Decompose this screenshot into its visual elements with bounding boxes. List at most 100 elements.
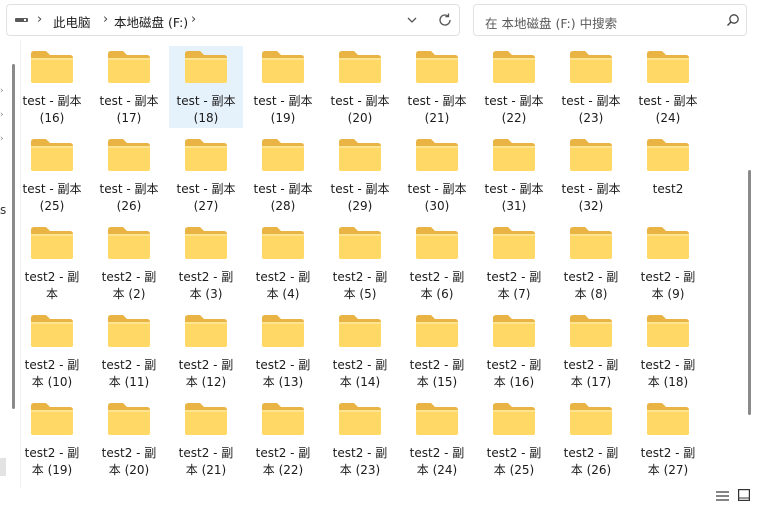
- folder-icon: [262, 51, 304, 83]
- folder-label: test - 副本 (17): [99, 94, 159, 125]
- folder-item[interactable]: test2 - 副 本 (15): [400, 310, 474, 392]
- folder-item[interactable]: test2 - 副 本 (4): [246, 222, 320, 304]
- folder-label: test - 副本 (28): [253, 182, 313, 213]
- folder-label: test2: [652, 182, 684, 196]
- folder-item[interactable]: test2 - 副 本 (18): [631, 310, 705, 392]
- folder-item[interactable]: test - 副本 (28): [246, 134, 320, 216]
- folder-item[interactable]: test - 副本 (30): [400, 134, 474, 216]
- breadcrumb-separator[interactable]: ›: [103, 12, 108, 27]
- folder-item[interactable]: test - 副本 (29): [323, 134, 397, 216]
- status-bar: [0, 488, 762, 508]
- breadcrumb-separator[interactable]: ›: [191, 12, 196, 27]
- folder-item[interactable]: test - 副本 (16): [22, 46, 89, 128]
- chevron-right-icon[interactable]: ›: [0, 110, 4, 120]
- folder-item[interactable]: test2 - 副 本 (13): [246, 310, 320, 392]
- folder-item[interactable]: test - 副本 (23): [554, 46, 628, 128]
- breadcrumb-separator[interactable]: ›: [37, 12, 42, 27]
- folder-item[interactable]: test - 副本 (31): [477, 134, 551, 216]
- folder-item[interactable]: test2 - 副 本 (17): [554, 310, 628, 392]
- folder-item[interactable]: test - 副本 (18): [169, 46, 243, 128]
- folder-item[interactable]: test - 副本 (26): [92, 134, 166, 216]
- folder-item[interactable]: test2 - 副 本 (5): [323, 222, 397, 304]
- folder-item[interactable]: test2 - 副 本 (20): [92, 398, 166, 480]
- folder-item[interactable]: test2 - 副 本 (24): [400, 398, 474, 480]
- file-grid[interactable]: test - 副本 (16) test - 副本 (17) test - 副本 (1…: [22, 40, 748, 488]
- navigation-pane[interactable]: › › › s: [0, 40, 21, 508]
- folder-item[interactable]: test2 - 副 本 (8): [554, 222, 628, 304]
- search-placeholder: 在 本地磁盘 (F:) 中搜索: [485, 16, 618, 31]
- folder-item[interactable]: test2 - 副 本 (9): [631, 222, 705, 304]
- nav-item-partial-label[interactable]: s: [0, 203, 6, 217]
- chevron-down-icon[interactable]: [405, 13, 419, 27]
- folder-label: test - 副本 (25): [22, 182, 82, 213]
- breadcrumb-drive-f[interactable]: 本地磁盘 (F:): [114, 12, 188, 31]
- folder-icon: [262, 403, 304, 435]
- folder-item[interactable]: test - 副本 (21): [400, 46, 474, 128]
- folder-item[interactable]: test2 - 副 本 (26): [554, 398, 628, 480]
- folder-item[interactable]: test - 副本 (20): [323, 46, 397, 128]
- folder-item[interactable]: test2 - 副 本 (25): [477, 398, 551, 480]
- folder-label: test2 - 副 本 (26): [563, 446, 619, 477]
- folder-icon: [185, 139, 227, 171]
- folder-item[interactable]: test2 - 副 本 (11): [92, 310, 166, 392]
- folder-icon: [108, 139, 150, 171]
- folder-icon: [493, 403, 535, 435]
- folder-item[interactable]: test - 副本 (32): [554, 134, 628, 216]
- folder-icon: [647, 51, 689, 83]
- folder-item[interactable]: test2 - 副 本: [22, 222, 89, 304]
- folder-label: test - 副本 (16): [22, 94, 82, 125]
- folder-item[interactable]: test - 副本 (22): [477, 46, 551, 128]
- folder-label: test - 副本 (18): [176, 94, 236, 125]
- folder-icon: [570, 403, 612, 435]
- folder-item[interactable]: test - 副本 (17): [92, 46, 166, 128]
- large-icons-view-icon[interactable]: [738, 489, 750, 501]
- navpane-resize-handle[interactable]: [0, 458, 6, 476]
- folder-label: test2 - 副 本 (18): [640, 358, 696, 389]
- folder-item[interactable]: test2 - 副 本 (7): [477, 222, 551, 304]
- folder-label: test2 - 副 本 (25): [486, 446, 542, 477]
- folder-item[interactable]: test - 副本 (24): [631, 46, 705, 128]
- address-bar[interactable]: › 此电脑 › 本地磁盘 (F:) ›: [6, 4, 460, 36]
- folder-label: test - 副本 (30): [407, 182, 467, 213]
- folder-icon: [339, 51, 381, 83]
- search-icon[interactable]: [726, 13, 740, 27]
- search-input[interactable]: 在 本地磁盘 (F:) 中搜索: [473, 4, 747, 36]
- folder-item[interactable]: test2: [631, 134, 705, 216]
- folder-item[interactable]: test2 - 副 本 (19): [22, 398, 89, 480]
- folder-icon: [339, 315, 381, 347]
- folder-icon: [647, 403, 689, 435]
- folder-item[interactable]: test2 - 副 本 (27): [631, 398, 705, 480]
- chevron-right-icon[interactable]: ›: [0, 134, 4, 144]
- details-view-icon[interactable]: [716, 490, 729, 502]
- refresh-icon[interactable]: [437, 12, 453, 28]
- breadcrumb-this-pc[interactable]: 此电脑: [53, 12, 91, 31]
- folder-label: test2 - 副 本 (2): [101, 270, 157, 301]
- folder-item[interactable]: test2 - 副 本 (3): [169, 222, 243, 304]
- folder-item[interactable]: test2 - 副 本 (6): [400, 222, 474, 304]
- folder-item[interactable]: test2 - 副 本 (16): [477, 310, 551, 392]
- chevron-right-icon[interactable]: ›: [0, 86, 4, 96]
- navpane-scrollbar[interactable]: [12, 64, 15, 409]
- folder-item[interactable]: test - 副本 (19): [246, 46, 320, 128]
- folder-item[interactable]: test - 副本 (27): [169, 134, 243, 216]
- folder-item[interactable]: test2 - 副 本 (14): [323, 310, 397, 392]
- folder-icon: [570, 227, 612, 259]
- folder-item[interactable]: test2 - 副 本 (10): [22, 310, 89, 392]
- folder-item[interactable]: test2 - 副 本 (21): [169, 398, 243, 480]
- folder-label: test2 - 副 本 (20): [101, 446, 157, 477]
- folder-icon: [108, 403, 150, 435]
- vertical-scrollbar[interactable]: [748, 170, 751, 415]
- folder-label: test2 - 副 本 (14): [332, 358, 388, 389]
- folder-item[interactable]: test - 副本 (25): [22, 134, 89, 216]
- folder-item[interactable]: test2 - 副 本 (2): [92, 222, 166, 304]
- folder-label: test - 副本 (22): [484, 94, 544, 125]
- folder-item[interactable]: test2 - 副 本 (23): [323, 398, 397, 480]
- folder-icon: [416, 139, 458, 171]
- folder-item[interactable]: test2 - 副 本 (22): [246, 398, 320, 480]
- folder-icon: [570, 139, 612, 171]
- folder-icon: [416, 227, 458, 259]
- folder-icon: [647, 227, 689, 259]
- folder-item[interactable]: test2 - 副 本 (12): [169, 310, 243, 392]
- folder-label: test2 - 副 本 (6): [409, 270, 465, 301]
- folder-label: test2 - 副 本 (12): [178, 358, 234, 389]
